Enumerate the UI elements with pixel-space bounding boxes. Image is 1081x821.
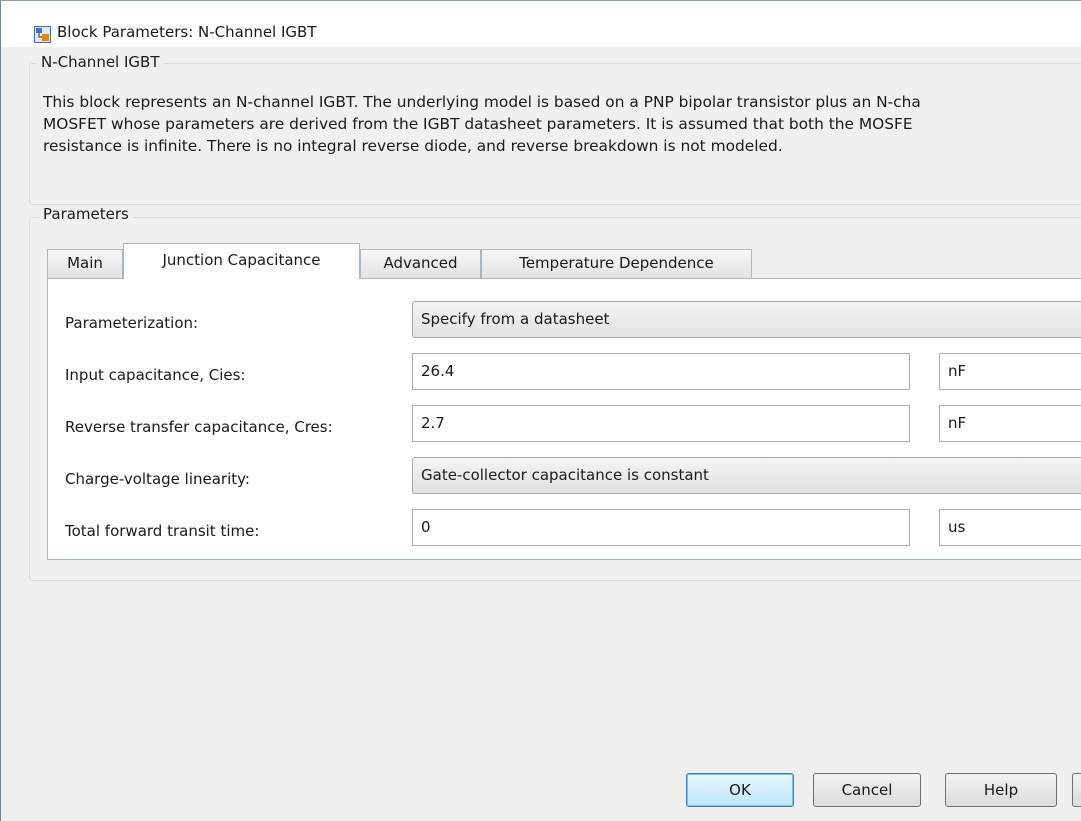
description-line: This block represents an N-channel IGBT.… bbox=[43, 93, 921, 111]
transit-time-field[interactable]: 0 bbox=[412, 509, 910, 546]
parameterization-label: Parameterization: bbox=[65, 314, 199, 332]
help-button[interactable]: Help bbox=[945, 773, 1057, 807]
parameterization-dropdown[interactable]: Specify from a datasheet bbox=[412, 301, 1081, 338]
apply-button[interactable] bbox=[1072, 773, 1081, 807]
reverse-transfer-capacitance-label: Reverse transfer capacitance, Cres: bbox=[65, 418, 333, 436]
tab-junction-capacitance[interactable]: Junction Capacitance bbox=[123, 243, 360, 279]
block-description: This block represents an N-channel IGBT.… bbox=[43, 91, 1081, 157]
description-line: resistance is infinite. There is no inte… bbox=[43, 137, 783, 155]
reverse-transfer-capacitance-field[interactable]: 2.7 bbox=[412, 405, 910, 442]
block-group-legend: N-Channel IGBT bbox=[37, 53, 164, 71]
title-bar: Block Parameters: N-Channel IGBT bbox=[1, 1, 1081, 47]
ok-button[interactable]: OK bbox=[686, 773, 794, 807]
simulink-block-icon bbox=[34, 26, 51, 43]
parameters-group-legend: Parameters bbox=[39, 205, 133, 223]
block-parameters-dialog: Block Parameters: N-Channel IGBT N-Chann… bbox=[0, 0, 1081, 821]
charge-voltage-linearity-dropdown[interactable]: Gate-collector capacitance is constant bbox=[412, 457, 1081, 494]
reverse-transfer-capacitance-unit[interactable]: nF bbox=[939, 405, 1081, 442]
cancel-button[interactable]: Cancel bbox=[813, 773, 921, 807]
window-title: Block Parameters: N-Channel IGBT bbox=[57, 23, 317, 41]
charge-voltage-linearity-label: Charge-voltage linearity: bbox=[65, 470, 250, 488]
tab-main[interactable]: Main bbox=[47, 249, 123, 278]
junction-capacitance-panel: Parameterization: Specify from a datashe… bbox=[47, 278, 1081, 560]
transit-time-label: Total forward transit time: bbox=[65, 522, 260, 540]
description-line: MOSFET whose parameters are derived from… bbox=[43, 115, 913, 133]
input-capacitance-label: Input capacitance, Cies: bbox=[65, 366, 246, 384]
tab-temperature-dependence[interactable]: Temperature Dependence bbox=[481, 249, 752, 278]
dialog-content: N-Channel IGBT This block represents an … bbox=[1, 47, 1081, 821]
input-capacitance-unit[interactable]: nF bbox=[939, 353, 1081, 390]
transit-time-unit[interactable]: us bbox=[939, 509, 1081, 546]
tab-advanced[interactable]: Advanced bbox=[360, 249, 481, 278]
input-capacitance-field[interactable]: 26.4 bbox=[412, 353, 910, 390]
